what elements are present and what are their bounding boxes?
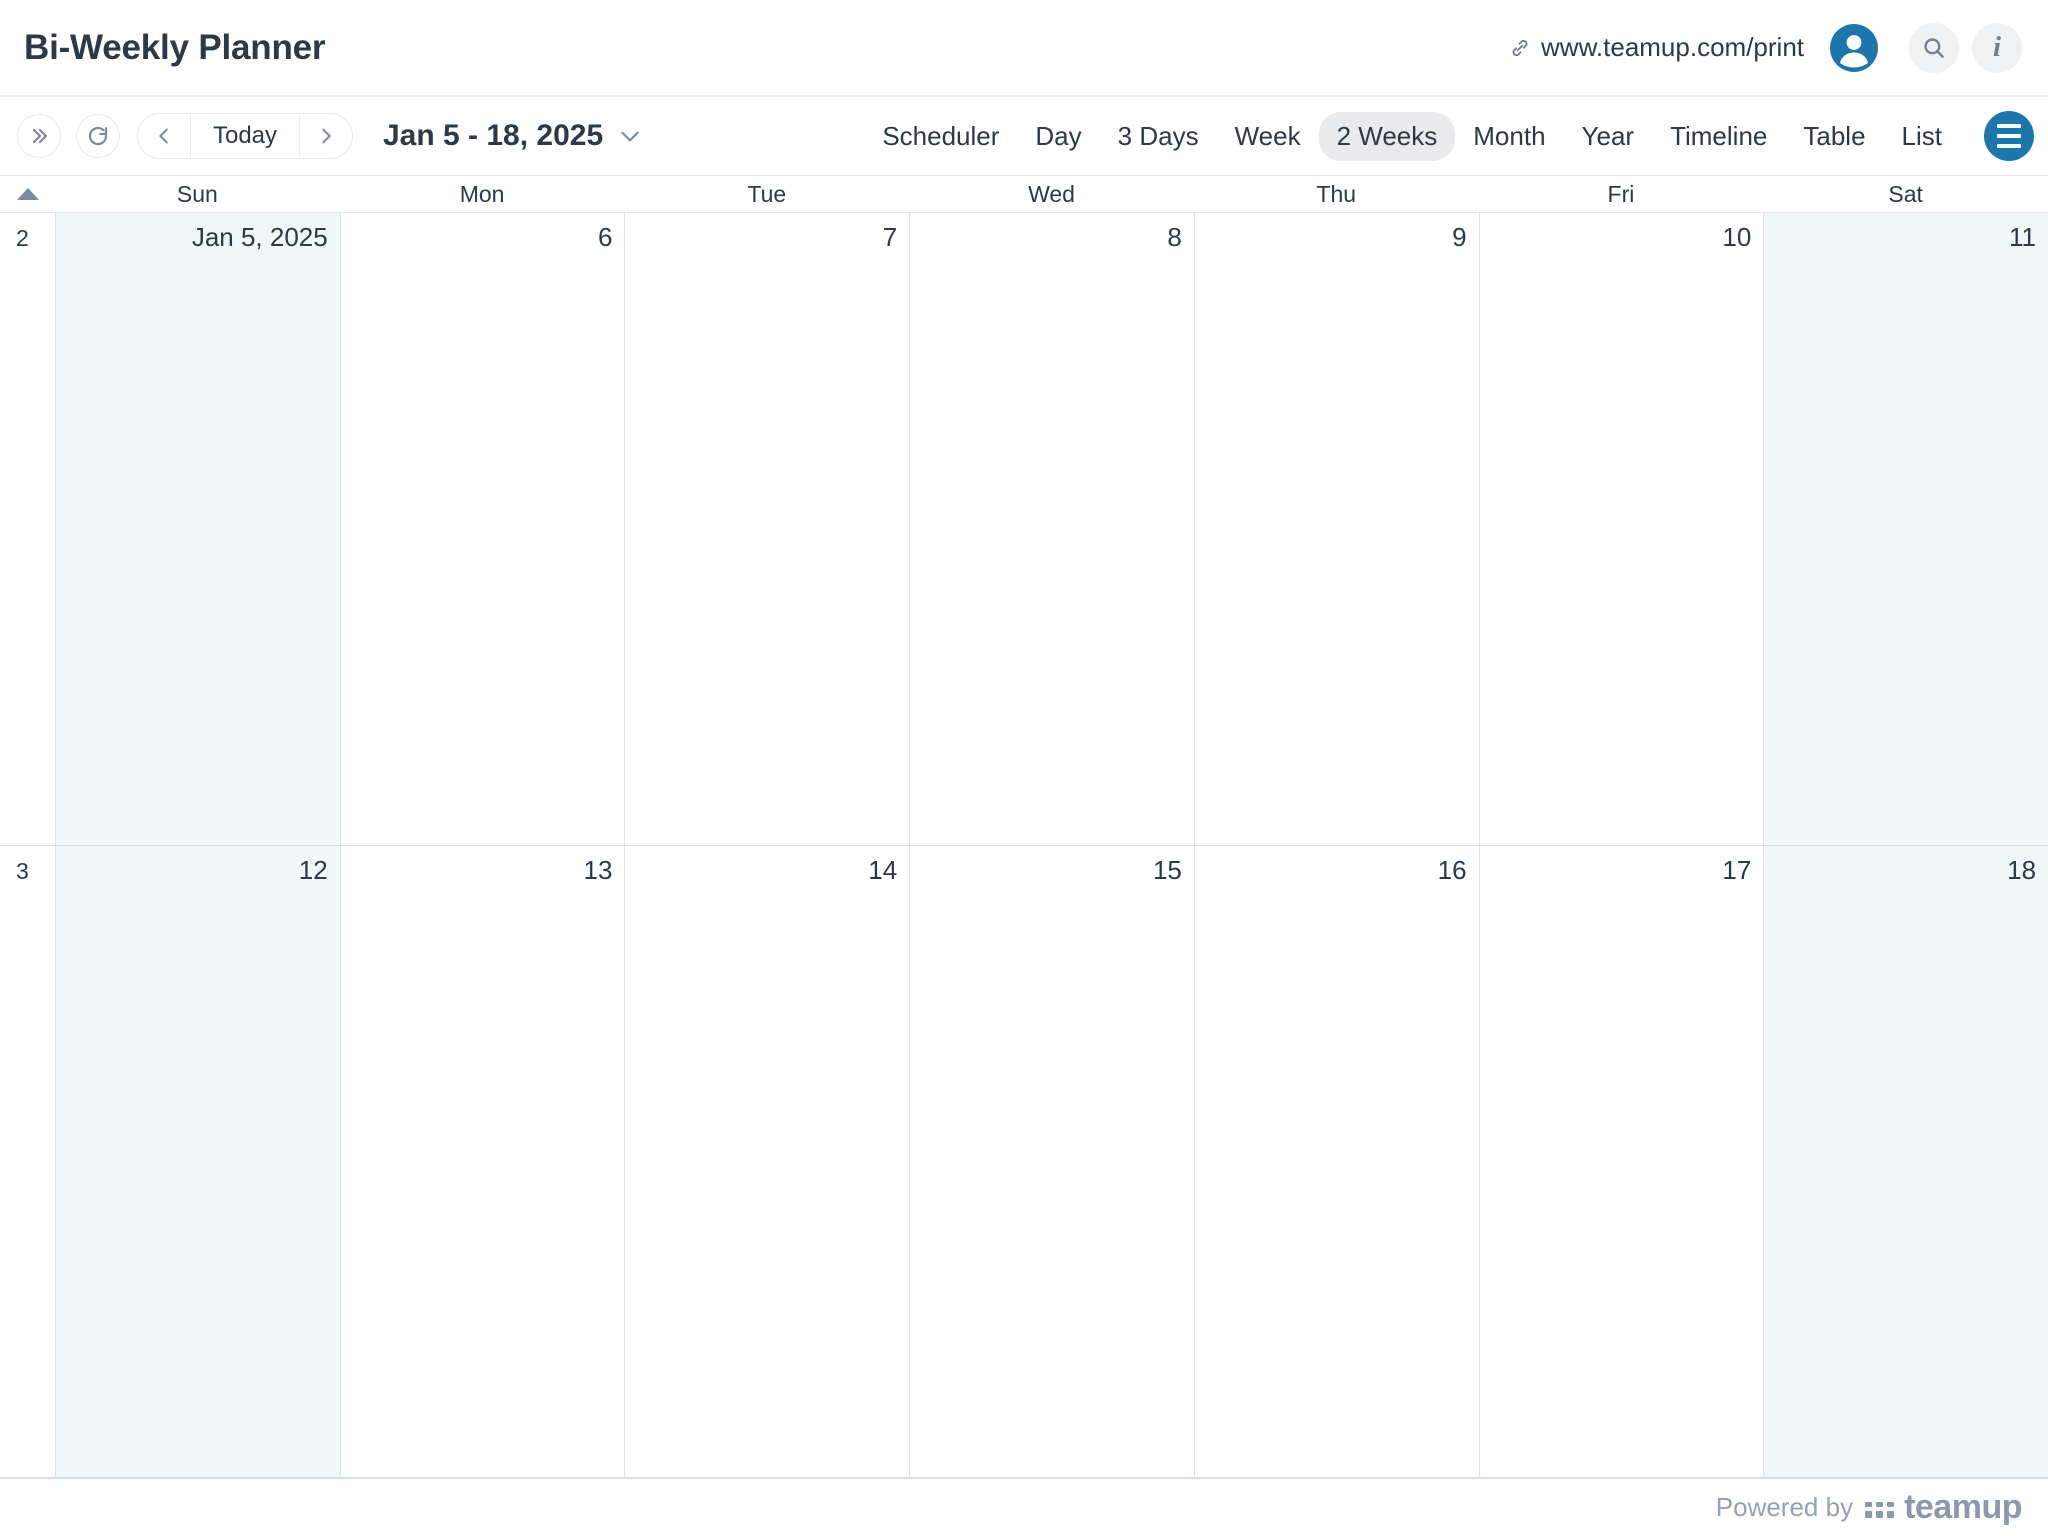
tab-3-days[interactable]: 3 Days bbox=[1100, 112, 1217, 161]
week-number: 2 bbox=[0, 213, 55, 845]
day-cell-sun[interactable]: Jan 5, 2025 bbox=[55, 213, 340, 845]
day-cell-fri[interactable]: 17 bbox=[1479, 846, 1764, 1478]
day-number: 13 bbox=[584, 855, 613, 885]
tab-table[interactable]: Table bbox=[1785, 112, 1883, 161]
hamburger-bar bbox=[1997, 144, 2021, 148]
day-of-week-fri: Fri bbox=[1479, 176, 1764, 212]
day-number: Jan 5, 2025 bbox=[192, 222, 328, 252]
app-footer: Powered by teamup bbox=[0, 1479, 2048, 1536]
user-avatar[interactable] bbox=[1830, 24, 1878, 72]
day-cell-thu[interactable]: 9 bbox=[1194, 213, 1479, 845]
day-cell-sat[interactable]: 18 bbox=[1763, 846, 2048, 1478]
app-header: Bi-Weekly Planner www.teamup.com/print bbox=[0, 0, 2048, 97]
week-number: 3 bbox=[0, 846, 55, 1478]
next-period-button[interactable] bbox=[300, 114, 352, 158]
powered-by-label: Powered by bbox=[1716, 1492, 1853, 1523]
previous-period-button[interactable] bbox=[138, 114, 190, 158]
tab-list[interactable]: List bbox=[1884, 112, 1960, 161]
tab-day[interactable]: Day bbox=[1017, 112, 1099, 161]
view-switcher: Scheduler Day 3 Days Week 2 Weeks Month … bbox=[864, 112, 1960, 161]
day-number: 15 bbox=[1153, 855, 1182, 885]
day-number: 8 bbox=[1167, 222, 1181, 252]
info-icon: i bbox=[1993, 33, 2001, 62]
tab-timeline[interactable]: Timeline bbox=[1652, 112, 1785, 161]
calendar-toolbar: Today Jan 5 - 18, 2025 Scheduler Day 3 D… bbox=[0, 97, 2048, 175]
day-number: 16 bbox=[1438, 855, 1467, 885]
tab-2-weeks[interactable]: 2 Weeks bbox=[1319, 112, 1456, 161]
day-of-week-sat: Sat bbox=[1763, 176, 2048, 212]
day-of-week-tue: Tue bbox=[624, 176, 909, 212]
tab-scheduler[interactable]: Scheduler bbox=[864, 112, 1017, 161]
logo-dot bbox=[1865, 1511, 1872, 1518]
info-button[interactable]: i bbox=[1972, 23, 2022, 73]
page-title: Bi-Weekly Planner bbox=[24, 28, 325, 68]
day-cell-sat[interactable]: 11 bbox=[1763, 213, 2048, 845]
tab-year[interactable]: Year bbox=[1564, 112, 1653, 161]
collapse-triangle-icon[interactable] bbox=[17, 188, 39, 200]
date-navigation-group: Today bbox=[137, 113, 353, 159]
refresh-button[interactable] bbox=[76, 114, 120, 158]
expand-sidebar-button[interactable] bbox=[17, 114, 61, 158]
day-of-week-header: Sun Mon Tue Wed Thu Fri Sat bbox=[0, 176, 2048, 213]
chevron-down-icon bbox=[617, 123, 643, 149]
week-number-gutter-header bbox=[0, 176, 55, 212]
calendar-app: Bi-Weekly Planner www.teamup.com/print bbox=[0, 0, 2048, 1536]
day-number: 11 bbox=[2009, 222, 2036, 252]
day-cell-mon[interactable]: 13 bbox=[340, 846, 625, 1478]
hamburger-bar bbox=[1997, 124, 2021, 128]
day-number: 12 bbox=[299, 855, 328, 885]
week-row: 2 Jan 5, 2025 6 7 8 9 10 11 bbox=[0, 213, 2048, 846]
teamup-brand-label: teamup bbox=[1904, 1488, 2022, 1527]
day-cell-wed[interactable]: 15 bbox=[909, 846, 1194, 1478]
date-range-selector[interactable]: Jan 5 - 18, 2025 bbox=[383, 119, 643, 153]
calendar-grid: Sun Mon Tue Wed Thu Fri Sat 2 Jan 5, 202… bbox=[0, 175, 2048, 1479]
day-number: 9 bbox=[1452, 222, 1466, 252]
day-cell-sun[interactable]: 12 bbox=[55, 846, 340, 1478]
tab-month[interactable]: Month bbox=[1455, 112, 1563, 161]
logo-dot bbox=[1876, 1502, 1883, 1507]
day-cell-mon[interactable]: 6 bbox=[340, 213, 625, 845]
logo-row bbox=[1865, 1502, 1894, 1507]
day-of-week-sun: Sun bbox=[55, 176, 340, 212]
day-of-week-wed: Wed bbox=[909, 176, 1194, 212]
day-of-week-thu: Thu bbox=[1194, 176, 1479, 212]
hamburger-menu-button[interactable] bbox=[1984, 111, 2034, 161]
logo-dot bbox=[1887, 1502, 1894, 1507]
day-cell-tue[interactable]: 7 bbox=[624, 213, 909, 845]
day-number: 18 bbox=[2007, 855, 2036, 885]
logo-dot bbox=[1876, 1511, 1883, 1518]
logo-row bbox=[1865, 1511, 1894, 1518]
day-cell-fri[interactable]: 10 bbox=[1479, 213, 1764, 845]
day-cell-wed[interactable]: 8 bbox=[909, 213, 1194, 845]
today-button[interactable]: Today bbox=[190, 114, 300, 158]
day-cell-thu[interactable]: 16 bbox=[1194, 846, 1479, 1478]
day-number: 7 bbox=[883, 222, 897, 252]
date-range-label: Jan 5 - 18, 2025 bbox=[383, 119, 603, 153]
logo-dot bbox=[1887, 1511, 1894, 1518]
day-number: 10 bbox=[1722, 222, 1751, 252]
week-row: 3 12 13 14 15 16 17 18 bbox=[0, 846, 2048, 1480]
day-of-week-mon: Mon bbox=[340, 176, 625, 212]
day-number: 14 bbox=[868, 855, 897, 885]
logo-dot bbox=[1865, 1502, 1872, 1507]
hamburger-bar bbox=[1997, 134, 2021, 138]
tab-week[interactable]: Week bbox=[1217, 112, 1319, 161]
link-icon bbox=[1509, 37, 1531, 59]
calendar-url: www.teamup.com/print bbox=[1541, 32, 1804, 63]
teamup-dots-logo-icon bbox=[1865, 1502, 1894, 1518]
search-button[interactable] bbox=[1909, 23, 1959, 73]
day-cell-tue[interactable]: 14 bbox=[624, 846, 909, 1478]
header-actions: www.teamup.com/print i bbox=[1509, 23, 2022, 73]
day-number: 6 bbox=[598, 222, 612, 252]
day-number: 17 bbox=[1722, 855, 1751, 885]
